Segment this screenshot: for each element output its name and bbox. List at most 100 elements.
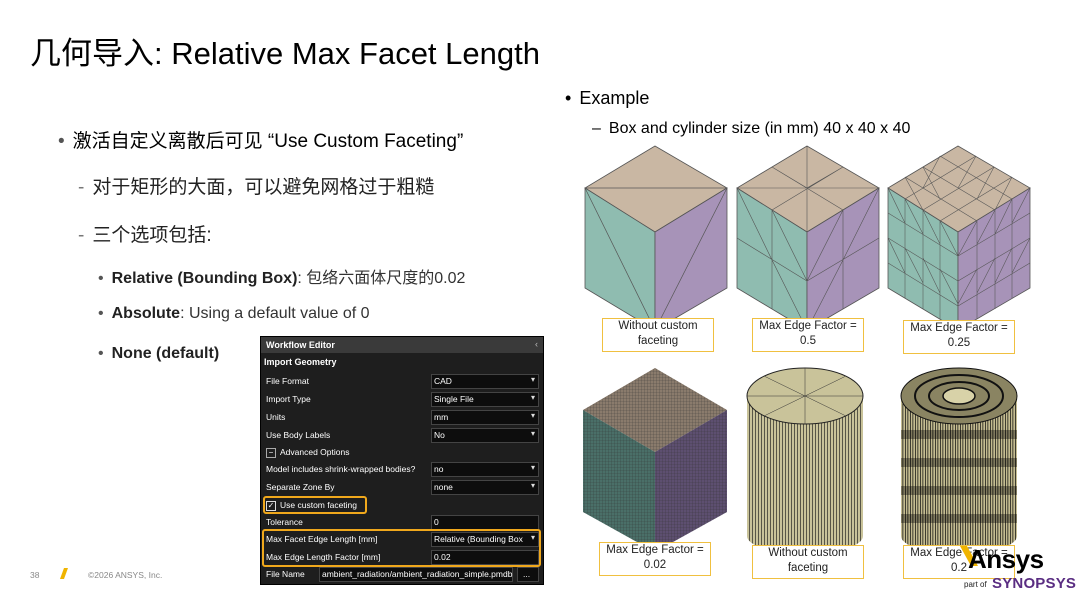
row-label: Use Body Labels xyxy=(266,430,331,440)
ansys-wordmark: Ansys xyxy=(968,544,1044,574)
option-absolute-name: Absolute xyxy=(111,305,181,322)
copyright: ©2026 ANSYS, Inc. xyxy=(88,570,163,580)
ellipsis-icon: ... xyxy=(523,569,531,579)
option-none-name: None (default) xyxy=(111,345,220,362)
workflow-editor-panel: Workflow Editor ‹ Import Geometry File F… xyxy=(260,336,544,585)
example-label: Example xyxy=(579,88,650,108)
import-geometry-section: Import Geometry xyxy=(264,357,337,367)
dash-marker: - xyxy=(78,177,85,198)
row-use-body-labels: Use Body Labels No ▾ xyxy=(261,427,543,444)
dropdown-arrow-icon: ▾ xyxy=(530,411,535,420)
caption-text: Max Edge Factor = 0.02 xyxy=(606,544,704,571)
cube-coarse xyxy=(584,145,728,331)
sub-bullet-text: 三个选项包括: xyxy=(92,225,212,246)
collapse-minus-icon: − xyxy=(266,448,276,458)
workflow-editor-header: Workflow Editor ‹ xyxy=(261,337,543,353)
bullet-dot: • xyxy=(565,88,572,108)
row-label: Separate Zone By xyxy=(266,482,335,492)
cube-factor-0.25 xyxy=(887,145,1031,331)
select-value: No xyxy=(434,430,445,440)
example-bullet: • Example xyxy=(565,88,649,109)
row-label: Import Type xyxy=(266,394,311,404)
row-label: File Format xyxy=(266,376,309,386)
dropdown-arrow-icon: ▾ xyxy=(530,375,535,384)
option-none: • None (default) xyxy=(98,345,219,363)
row-shrink-wrapped: Model includes shrink-wrapped bodies? no… xyxy=(261,461,543,478)
row-label: File Name xyxy=(266,569,305,579)
select-value: CAD xyxy=(434,376,452,386)
advanced-options-toggle[interactable]: − Advanced Options xyxy=(266,447,349,458)
caption-text: Max Edge Factor = 0.25 xyxy=(910,322,1008,349)
bullet-dot: • xyxy=(58,131,65,152)
browse-button[interactable]: ... xyxy=(517,567,539,582)
caption-cube-without-custom: Without custom faceting xyxy=(602,318,714,352)
input-value: 0 xyxy=(434,517,439,527)
cube-factor-0.02 xyxy=(583,368,727,552)
sub-bullet-text: 对于矩形的大面，可以避免网格过于粗糙 xyxy=(92,177,435,198)
bullet-dot: • xyxy=(98,305,104,322)
footer-slash-icon xyxy=(59,568,69,579)
slide-title: 几何导入: Relative Max Facet Length xyxy=(30,36,540,71)
cylinder-factor-0.2 xyxy=(900,367,1018,552)
file-name-input[interactable]: ambient_radiation/ambient_radiation_simp… xyxy=(319,567,513,582)
row-import-type: Import Type Single File ▾ xyxy=(261,391,543,408)
file-format-select[interactable]: CAD ▾ xyxy=(431,374,539,389)
size-text: Box and cylinder size (in mm) 40 x 40 x … xyxy=(608,120,911,137)
highlight-max-edge-settings xyxy=(262,529,541,567)
row-file-format: File Format CAD ▾ xyxy=(261,373,543,390)
part-of-label: part of xyxy=(964,580,987,589)
row-label: Units xyxy=(266,412,286,422)
shrink-wrapped-select[interactable]: no ▾ xyxy=(431,462,539,477)
select-value: no xyxy=(434,464,444,474)
dropdown-arrow-icon: ▾ xyxy=(530,463,535,472)
separate-zone-select[interactable]: none ▾ xyxy=(431,480,539,495)
bullet-dot: • xyxy=(98,270,104,287)
sub-bullet-options: - 三个选项包括: xyxy=(78,220,212,247)
row-label: Tolerance xyxy=(266,517,303,527)
size-sub-bullet: – Box and cylinder size (in mm) 40 x 40 x… xyxy=(592,120,910,138)
input-value: ambient_radiation/ambient_radiation_simp… xyxy=(322,569,513,579)
dropdown-arrow-icon: ▾ xyxy=(530,429,535,438)
import-type-select[interactable]: Single File ▾ xyxy=(431,392,539,407)
bullet-dot: • xyxy=(98,345,104,362)
dropdown-arrow-icon: ▾ xyxy=(530,481,535,490)
bullet-text: 激活自定义离散后可见 “Use Custom Faceting” xyxy=(72,131,464,152)
option-relative: • Relative (Bounding Box): 包络六面体尺度的0.02 xyxy=(98,264,465,288)
tolerance-input[interactable]: 0 xyxy=(431,515,539,530)
caption-text: Without custom faceting xyxy=(768,547,848,574)
row-label: Model includes shrink-wrapped bodies? xyxy=(266,464,416,474)
caption-cylinder-without-custom: Without custom faceting xyxy=(752,545,864,579)
caption-text: Max Edge Factor = 0.5 xyxy=(759,320,857,347)
option-relative-name: Relative (Bounding Box) xyxy=(111,270,298,287)
slide: 几何导入: Relative Max Facet Length • 激活自定义离散… xyxy=(0,0,1080,608)
synopsys-wordmark: SYNOPSYS xyxy=(992,575,1077,592)
bullet-custom-faceting: • 激活自定义离散后可见 “Use Custom Faceting” xyxy=(58,126,463,153)
use-body-labels-select[interactable]: No ▾ xyxy=(431,428,539,443)
caption-cube-0.5: Max Edge Factor = 0.5 xyxy=(752,318,864,352)
select-value: none xyxy=(434,482,453,492)
caption-cube-0.02: Max Edge Factor = 0.02 xyxy=(599,542,711,576)
select-value: Single File xyxy=(434,394,474,404)
dash-marker: - xyxy=(78,225,85,246)
sub-bullet-large-faces: - 对于矩形的大面，可以避免网格过于粗糙 xyxy=(78,172,434,199)
advanced-options-label: Advanced Options xyxy=(280,447,350,457)
workflow-editor-title: Workflow Editor xyxy=(266,340,335,350)
ansys-synopsys-logo: Ansys part of SYNOPSYS xyxy=(960,544,1076,596)
row-units: Units mm ▾ xyxy=(261,409,543,426)
option-absolute: • Absolute: Using a default value of 0 xyxy=(98,305,370,323)
caption-text: Without custom faceting xyxy=(618,320,698,347)
page-number: 38 xyxy=(30,570,40,580)
panel-collapse-icon[interactable]: ‹ xyxy=(535,339,538,349)
highlight-custom-faceting xyxy=(263,496,367,514)
cylinder-coarse xyxy=(746,367,864,552)
dash-marker: – xyxy=(592,120,601,137)
select-value: mm xyxy=(434,412,449,422)
units-select[interactable]: mm ▾ xyxy=(431,410,539,425)
row-file-name: File Name ambient_radiation/ambient_radi… xyxy=(261,566,543,583)
row-separate-zone-by: Separate Zone By none ▾ xyxy=(261,479,543,496)
caption-cube-0.25: Max Edge Factor = 0.25 xyxy=(903,320,1015,354)
option-absolute-desc: : Using a default value of 0 xyxy=(180,305,370,322)
row-advanced-options[interactable]: − Advanced Options xyxy=(261,444,543,461)
cube-factor-0.5 xyxy=(736,145,880,331)
option-relative-desc: : 包络六面体尺度的0.02 xyxy=(297,270,466,287)
